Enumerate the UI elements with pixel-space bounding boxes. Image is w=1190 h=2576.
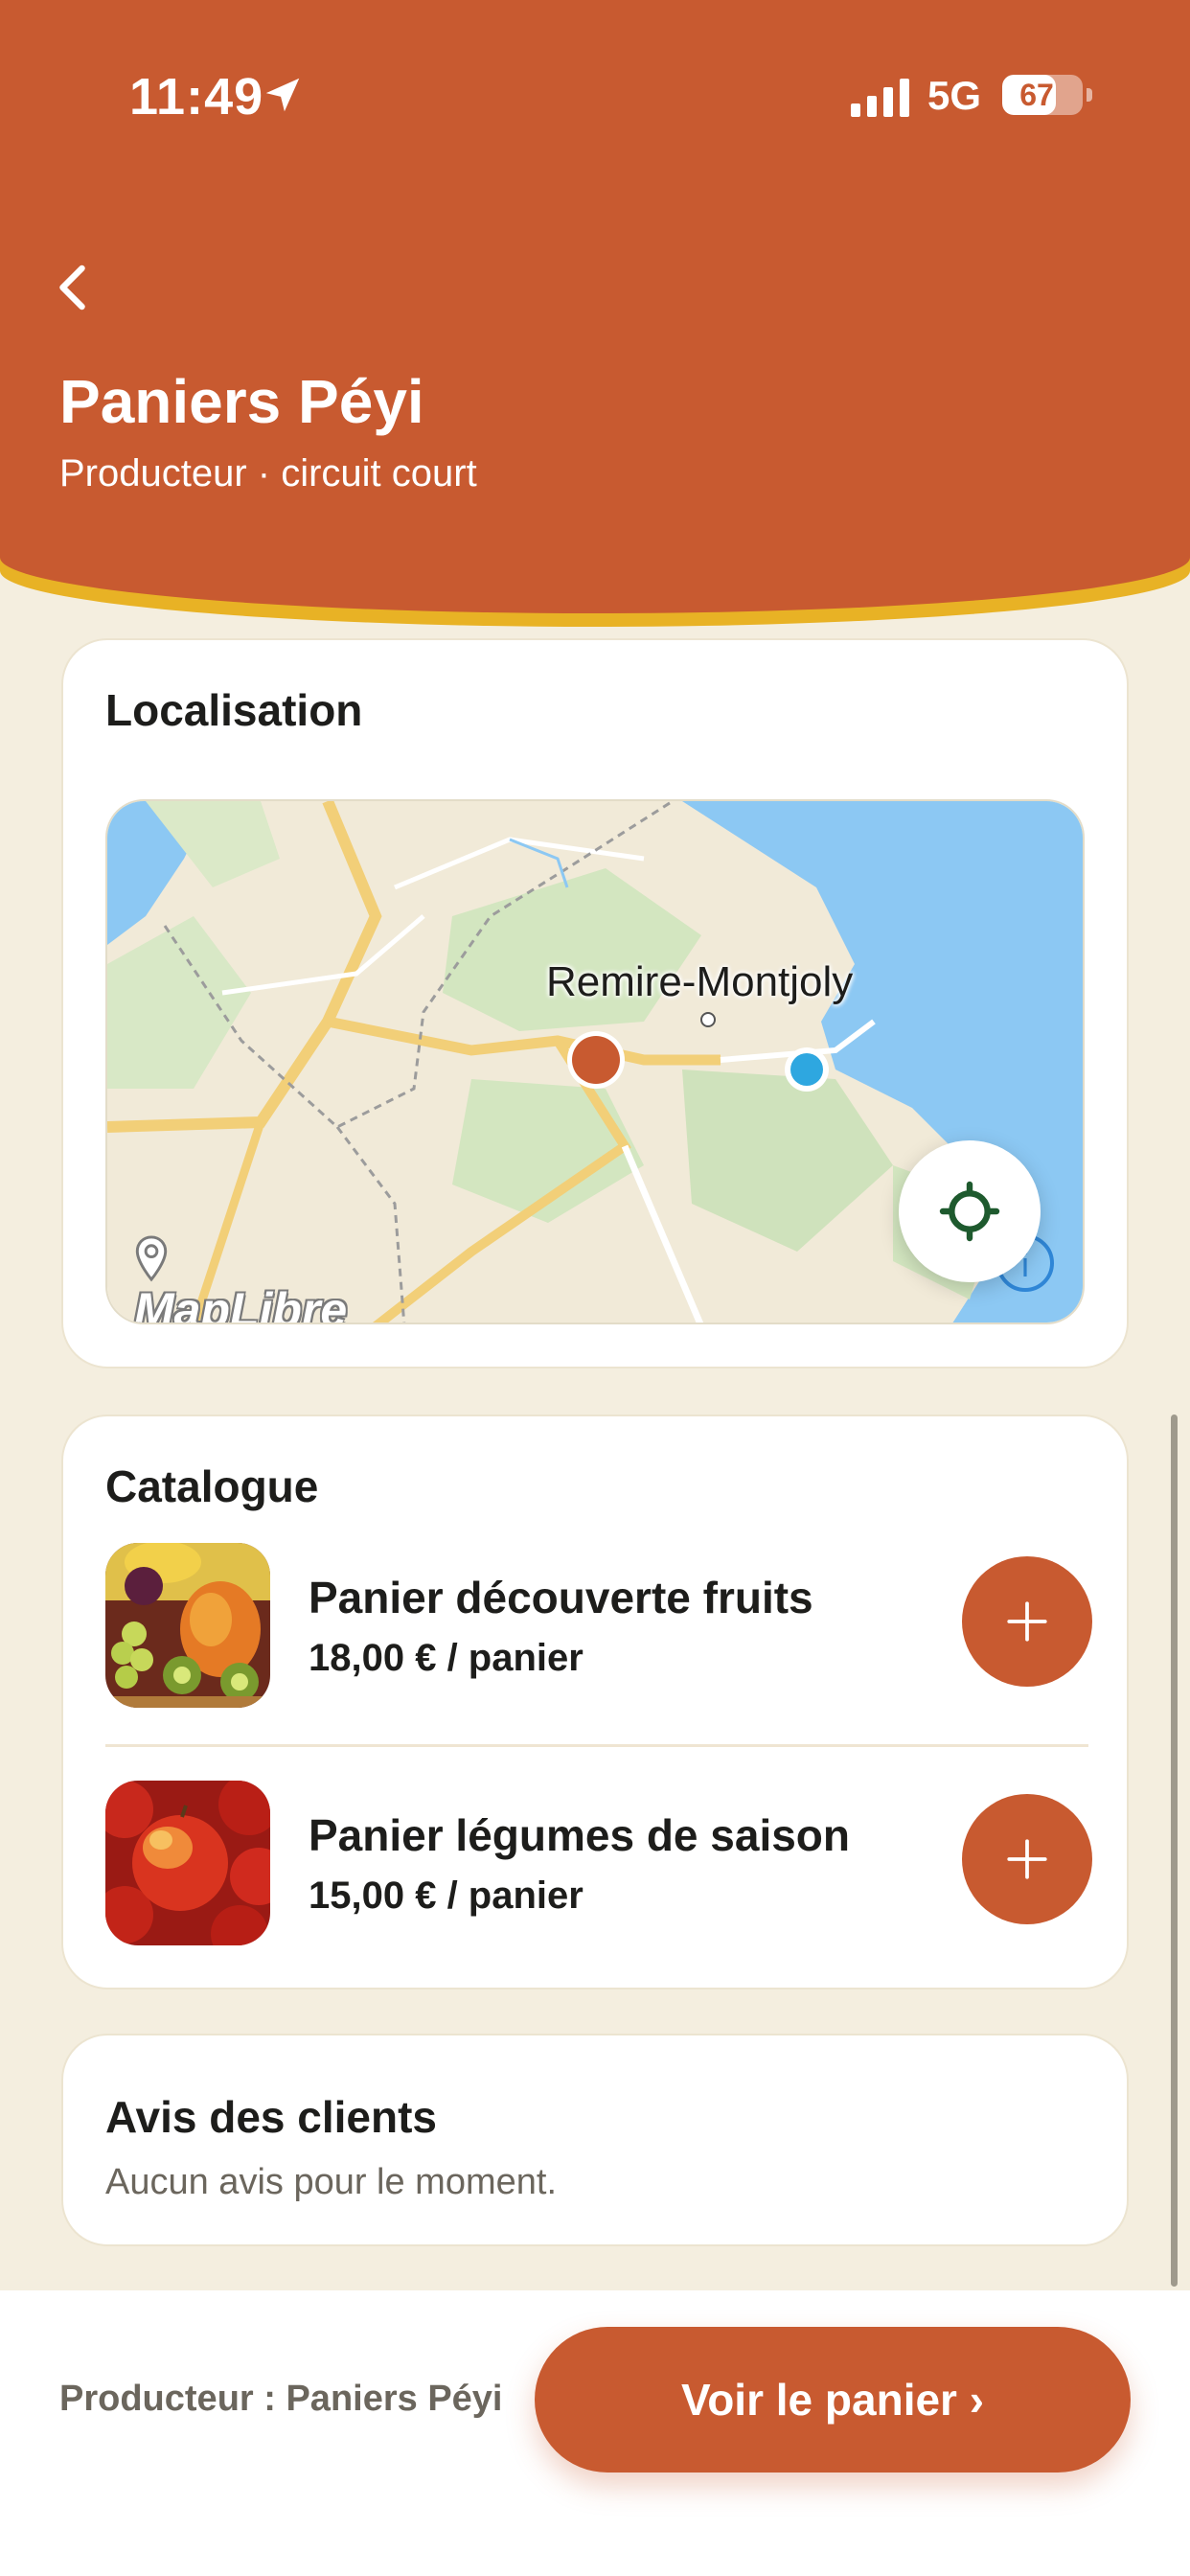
user-location-marker: [790, 1053, 823, 1086]
scrollbar[interactable]: [1171, 1414, 1178, 2287]
product-name: Panier découverte fruits: [309, 1573, 813, 1622]
producer-marker[interactable]: [572, 1036, 620, 1084]
bottom-bar: Producteur : Paniers Péyi Voir le panier…: [0, 2290, 1190, 2576]
crosshair-icon: [939, 1181, 1000, 1242]
reviews-card: Avis des clients Aucun avis pour le mome…: [61, 2034, 1129, 2246]
status-time: 11:49: [129, 68, 264, 126]
product-name: Panier légumes de saison: [309, 1810, 851, 1860]
location-title: Localisation: [105, 685, 363, 735]
location-arrow-icon: [265, 78, 300, 112]
maplibre-logo[interactable]: MapLibre: [134, 1234, 348, 1324]
product-price: 18,00 € / panier: [309, 1637, 584, 1679]
locate-button[interactable]: [899, 1140, 1041, 1282]
product-item[interactable]: Panier découverte fruits 18,00 € / panie…: [105, 1543, 1092, 1708]
catalogue-card: Catalogue Panier découverte fruits 18,00…: [61, 1414, 1129, 1990]
list-divider: [105, 1744, 1088, 1747]
product-item[interactable]: Panier légumes de saison 15,00 € / panie…: [105, 1781, 1092, 1945]
battery-icon: 67: [1002, 75, 1083, 115]
add-to-cart-button[interactable]: [962, 1794, 1092, 1924]
battery-level: 67: [1019, 78, 1054, 112]
page-title: Paniers Péyi: [59, 367, 424, 436]
maplibre-attribution: MapLibre: [134, 1283, 348, 1324]
map-place-label: Remire-Montjoly: [546, 958, 854, 1005]
reviews-title: Avis des clients: [105, 2092, 438, 2142]
add-to-cart-button[interactable]: [962, 1556, 1092, 1687]
chevron-left-icon[interactable]: [46, 259, 103, 316]
battery-cap: [1087, 88, 1092, 102]
catalogue-title: Catalogue: [105, 1461, 319, 1511]
network-type: 5G: [927, 73, 982, 118]
view-cart-button[interactable]: Voir le panier ›: [535, 2327, 1131, 2472]
fruits-photo: [105, 1543, 270, 1708]
plus-icon: [1007, 1839, 1047, 1879]
reviews-empty-text: Aucun avis pour le moment.: [105, 2162, 558, 2202]
signal-icon: [851, 79, 909, 117]
producer-label: Producteur : Paniers Péyi: [59, 2379, 503, 2419]
app-header: 11:49 5G 67 Paniers Péyi Producteur · ci…: [0, 0, 1190, 613]
town-dot: [700, 1012, 716, 1027]
apples-photo: [105, 1781, 270, 1945]
product-price: 15,00 € / panier: [309, 1874, 584, 1917]
status-bar: 11:49 5G 67: [0, 0, 1190, 192]
map-pin-icon: [135, 1235, 168, 1282]
plus-icon: [1007, 1601, 1047, 1642]
page-subtitle: Producteur · circuit court: [59, 452, 477, 494]
